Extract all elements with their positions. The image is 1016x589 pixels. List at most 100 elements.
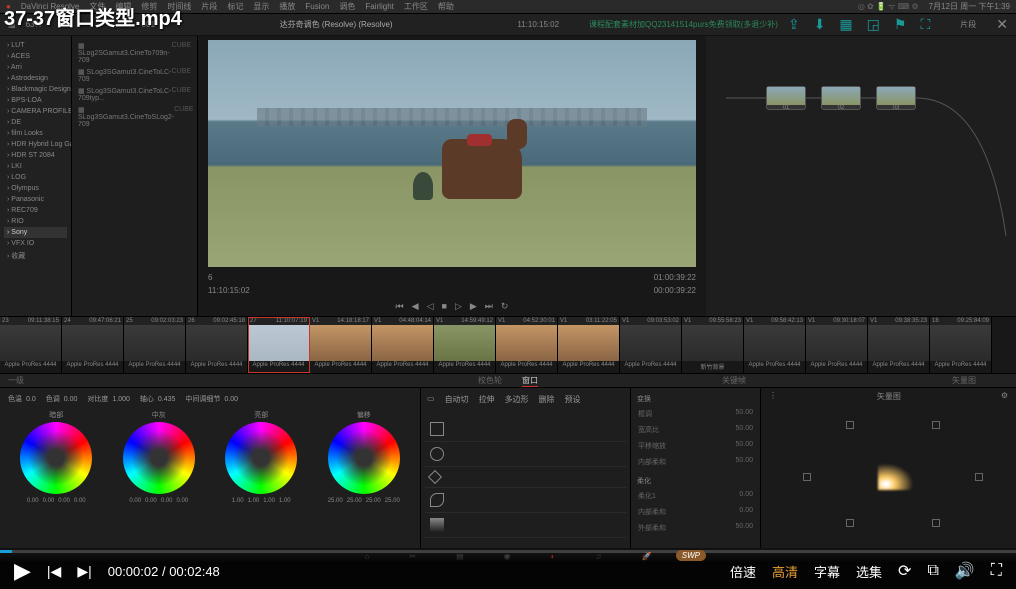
menu-fairlight[interactable]: Fairlight: [365, 2, 393, 11]
lut-folder-item[interactable]: HDR Hybrid Log Gamma: [4, 139, 67, 150]
stop-icon[interactable]: ■: [442, 301, 447, 312]
lut-folder-item[interactable]: film Looks: [4, 128, 67, 139]
clips-panel-label[interactable]: 片段: [960, 19, 976, 30]
color-wheel-暗部[interactable]: 暗部0.000.000.000.00: [8, 410, 105, 504]
close-icon[interactable]: ✕: [996, 16, 1008, 33]
tab-window[interactable]: 窗口: [522, 375, 538, 387]
episodes-button[interactable]: 选集: [856, 562, 882, 581]
node-01[interactable]: 01: [766, 86, 806, 110]
menu-fusion[interactable]: Fusion: [305, 2, 329, 11]
pip-icon[interactable]: ⧉: [927, 562, 938, 580]
menu-playback[interactable]: 播放: [279, 1, 295, 12]
color-param[interactable]: 色温0.0: [8, 394, 36, 404]
color-param[interactable]: 对比度1.000: [87, 394, 130, 404]
last-frame-icon[interactable]: ⏭: [485, 301, 493, 312]
clip-thumbnail[interactable]: 2309:11:38:15Apple ProRes 4444: [0, 317, 62, 373]
color-param[interactable]: 中间调细节0.00: [185, 394, 238, 404]
play-button[interactable]: ▶: [14, 558, 31, 584]
param-row[interactable]: 框调50.00: [635, 406, 756, 422]
param-row[interactable]: 柔化10.00: [635, 488, 756, 504]
clip-thumbnail[interactable]: V103:11:22:05Apple ProRes 4444: [558, 317, 620, 373]
clip-thumbnail[interactable]: V104:52:30:01Apple ProRes 4444: [496, 317, 558, 373]
lut-folder-item[interactable]: LUT: [4, 40, 67, 51]
tab-color-wheels[interactable]: 校色轮: [478, 375, 502, 386]
flag-icon[interactable]: ⚑: [894, 16, 907, 33]
lut-folder-item[interactable]: Sony: [4, 227, 67, 238]
shape-circle[interactable]: [425, 442, 626, 467]
lut-folder-item[interactable]: RIO: [4, 216, 67, 227]
clip-thumbnail[interactable]: V114:59:49:12Apple ProRes 4444: [434, 317, 496, 373]
param-row[interactable]: 内部柔和0.00: [635, 504, 756, 520]
play-reverse-icon[interactable]: ◁: [427, 301, 434, 312]
lut-folder-item[interactable]: LOG: [4, 172, 67, 183]
window-tool-delete[interactable]: 删除: [539, 394, 555, 405]
lut-folder-item[interactable]: DE: [4, 117, 67, 128]
lut-file-item[interactable]: ▦ SLog3SGamut3.CineToLC-709typ...CUBE: [76, 85, 193, 104]
color-wheel-偏移[interactable]: 偏移25.0025.0025.0025.00: [316, 410, 413, 504]
prev-button[interactable]: |◀: [47, 563, 61, 580]
lut-folder-item[interactable]: Panasonic: [4, 194, 67, 205]
param-row[interactable]: 宽高比50.00: [635, 422, 756, 438]
step-forward-icon[interactable]: ▶: [470, 301, 477, 312]
scope-settings-icon[interactable]: ⚙: [1001, 391, 1008, 402]
lut-folder-item[interactable]: VFX IO: [4, 238, 67, 249]
play-forward-icon[interactable]: ▷: [455, 301, 462, 312]
lut-folder-item[interactable]: LKI: [4, 161, 67, 172]
speed-button[interactable]: 倍速: [730, 562, 756, 581]
node-02[interactable]: 02: [821, 86, 861, 110]
clip-thumbnail[interactable]: V104:48:04:14Apple ProRes 4444: [372, 317, 434, 373]
shape-curve[interactable]: [425, 488, 626, 513]
first-frame-icon[interactable]: ⏮: [396, 301, 404, 312]
clip-thumbnail[interactable]: V109:03:53:02Apple ProRes 4444: [620, 317, 682, 373]
lut-file-item[interactable]: ▦ SLog3SGamut3.CineToLC-709CUBE: [76, 66, 193, 85]
step-back-icon[interactable]: ◀: [412, 301, 419, 312]
clip-thumbnail[interactable]: 2609:02:45:18Apple ProRes 4444: [186, 317, 248, 373]
shape-gradient[interactable]: [425, 513, 626, 538]
color-param[interactable]: 轴心0.435: [140, 394, 176, 404]
window-tool-preset[interactable]: 预设: [565, 394, 581, 405]
vectorscope-label[interactable]: 矢量图: [952, 375, 976, 386]
fullscreen-icon[interactable]: ⛶: [991, 562, 1002, 580]
subtitle-button[interactable]: 字幕: [814, 562, 840, 581]
menu-mark[interactable]: 标记: [227, 1, 243, 12]
lut-folder-item[interactable]: ACES: [4, 51, 67, 62]
loop-icon[interactable]: ⟳: [898, 561, 911, 581]
clip-thumbnail[interactable]: 1809:25:84:09Apple ProRes 4444: [930, 317, 992, 373]
clip-thumbnail[interactable]: V109:30:18:07Apple ProRes 4444: [806, 317, 868, 373]
menu-clip[interactable]: 片段: [201, 1, 217, 12]
param-row[interactable]: 平移缩放50.00: [635, 438, 756, 454]
clip-thumbnail[interactable]: 2409:47:06:21Apple ProRes 4444: [62, 317, 124, 373]
quality-button[interactable]: 高清: [772, 562, 798, 581]
window-tool-auto[interactable]: 自动切: [445, 394, 469, 405]
clip-thumbnail[interactable]: V109:55:58:23新竹背景: [682, 317, 744, 373]
clip-thumbnail[interactable]: 2711:10:07:19Apple ProRes 4444: [248, 317, 310, 373]
next-button[interactable]: ▶|: [77, 563, 91, 580]
lut-folder-item[interactable]: HDR ST 2084: [4, 150, 67, 161]
lut-folder-item[interactable]: Olympus: [4, 183, 67, 194]
lut-folder-item[interactable]: BPS-LOA: [4, 95, 67, 106]
lut-folder-item[interactable]: Astrodesign: [4, 73, 67, 84]
crop-icon[interactable]: ◲: [867, 16, 880, 33]
clip-thumbnail[interactable]: V109:38:35:23Apple ProRes 4444: [868, 317, 930, 373]
menu-workspace[interactable]: 工作区: [404, 1, 428, 12]
menu-color[interactable]: 调色: [339, 1, 355, 12]
clip-thumbnail[interactable]: 2509:02:03:23Apple ProRes 4444: [124, 317, 186, 373]
clip-thumbnail[interactable]: V109:58:42:13Apple ProRes 4444: [744, 317, 806, 373]
lut-folder-item[interactable]: CAMERA PROFILES: [4, 106, 67, 117]
window-tool-polygon[interactable]: 多边形: [505, 394, 529, 405]
shape-rect[interactable]: [425, 417, 626, 442]
window-tool-stretch[interactable]: 拉伸: [479, 394, 495, 405]
lut-file-item[interactable]: ▦ SLog2SGamut3.CineTo709n-709CUBE: [76, 40, 193, 66]
window-tool-rect[interactable]: ▭: [427, 394, 435, 405]
lut-folder-item[interactable]: Arri: [4, 62, 67, 73]
loop-icon[interactable]: ↻: [501, 301, 509, 312]
scope-options-icon[interactable]: ⋮: [769, 391, 777, 402]
color-param[interactable]: 色调0.00: [46, 394, 78, 404]
lut-file-item[interactable]: ▦ SLog3SGamut3.CineToSLog2-709CUBE: [76, 104, 193, 130]
color-wheel-亮部[interactable]: 亮部1.001.001.001.00: [213, 410, 310, 504]
grid-icon[interactable]: ▦: [839, 16, 852, 33]
expand-icon[interactable]: ⛶: [920, 16, 930, 33]
clip-thumbnail[interactable]: V114:18:18:17Apple ProRes 4444: [310, 317, 372, 373]
clip-thumbnail-strip[interactable]: 2309:11:38:15Apple ProRes 44442409:47:06…: [0, 316, 1016, 374]
lut-folder-item[interactable]: 收藏: [4, 249, 67, 263]
